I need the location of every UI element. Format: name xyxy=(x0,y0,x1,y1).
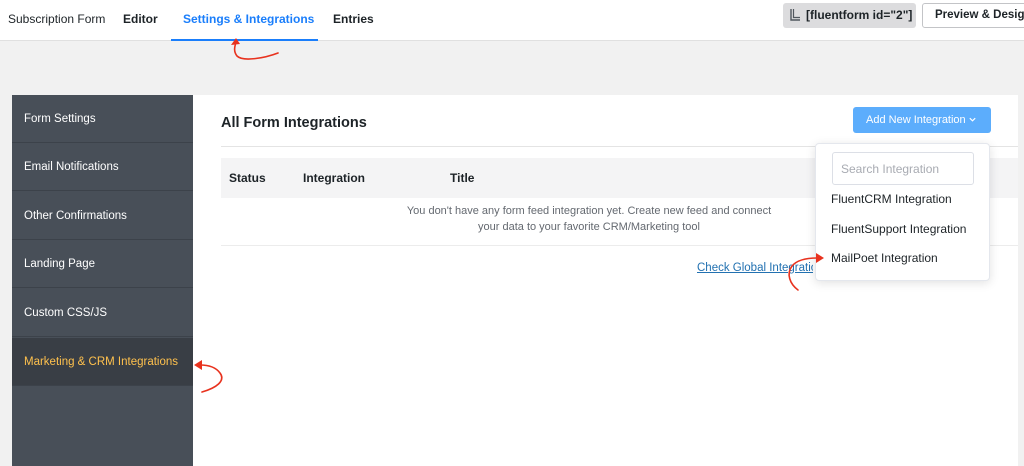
dropdown-option-fluentcrm[interactable]: FluentCRM Integration xyxy=(831,192,952,206)
dropdown-option-fluentsupport[interactable]: FluentSupport Integration xyxy=(831,222,966,236)
empty-state-line-1: You don't have any form feed integration… xyxy=(406,205,772,217)
sidebar-item-landing-page[interactable]: Landing Page xyxy=(12,240,193,288)
add-new-integration-button[interactable]: Add New Integration xyxy=(853,107,991,133)
preview-design-button[interactable]: Preview & Design xyxy=(922,3,1024,28)
chevron-down-icon xyxy=(969,117,976,122)
search-integration-input[interactable] xyxy=(832,152,974,185)
dropdown-option-mailpoet[interactable]: MailPoet Integration xyxy=(831,251,938,265)
column-header-title: Title xyxy=(450,171,475,185)
column-header-status: Status xyxy=(229,171,266,185)
empty-state-line-2: your data to your favorite CRM/Marketing… xyxy=(478,221,700,233)
column-header-integration: Integration xyxy=(303,171,365,185)
add-new-integration-label: Add New Integration xyxy=(866,114,966,126)
shortcode-icon xyxy=(790,9,800,21)
check-global-integrations-link[interactable]: Check Global Integrations xyxy=(697,262,813,274)
top-nav-bar: Subscription Form Editor Settings & Inte… xyxy=(0,0,1024,41)
page-title: All Form Integrations xyxy=(221,115,367,131)
sidebar-item-form-settings[interactable]: Form Settings xyxy=(12,95,193,143)
empty-state-message: You don't have any form feed integration… xyxy=(389,203,789,235)
tab-entries[interactable]: Entries xyxy=(333,0,374,41)
sidebar-item-marketing-crm-integrations[interactable]: Marketing & CRM Integrations xyxy=(12,338,193,386)
tab-settings-integrations[interactable]: Settings & Integrations xyxy=(171,0,318,41)
sidebar-item-other-confirmations[interactable]: Other Confirmations xyxy=(12,192,193,240)
settings-sidebar: Form Settings Email Notifications Other … xyxy=(12,95,193,466)
shortcode-text: [fluentform id="2"] xyxy=(806,8,913,22)
integration-dropdown: FluentCRM Integration FluentSupport Inte… xyxy=(815,143,990,281)
tab-subscription-form[interactable]: Subscription Form xyxy=(8,0,105,41)
shortcode-copy-button[interactable]: [fluentform id="2"] xyxy=(783,3,916,28)
sidebar-item-email-notifications[interactable]: Email Notifications xyxy=(12,143,193,191)
tab-editor[interactable]: Editor xyxy=(123,0,158,41)
sidebar-item-custom-css-js[interactable]: Custom CSS/JS xyxy=(12,289,193,337)
